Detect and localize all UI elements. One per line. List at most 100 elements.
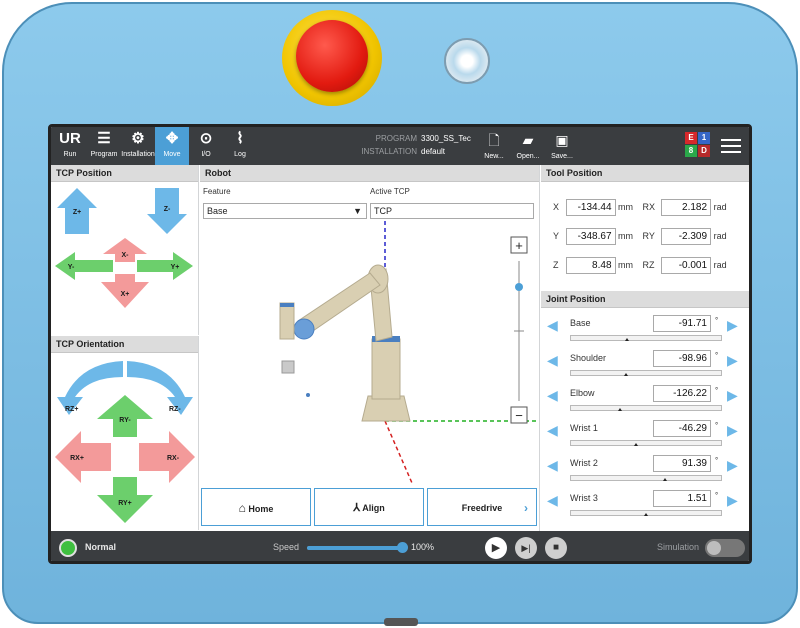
joint-value: -126.22 bbox=[653, 385, 711, 402]
z-minus-arrow[interactable]: Z- bbox=[147, 188, 187, 234]
ry-plus-label: RY+ bbox=[118, 500, 132, 507]
joint-name: Shoulder bbox=[570, 353, 607, 363]
home-label: Home bbox=[248, 504, 274, 514]
tab-installation[interactable]: ⚙ Installation bbox=[121, 127, 155, 165]
arrow-right-icon[interactable]: ▶ bbox=[727, 387, 738, 404]
speed-slider-knob[interactable] bbox=[397, 542, 408, 553]
ebd-8: 8 bbox=[685, 145, 697, 157]
y-minus-label: Y- bbox=[68, 264, 75, 271]
home-button[interactable]: ⌂ Home bbox=[201, 488, 311, 526]
step-icon[interactable]: ▶| bbox=[515, 537, 537, 559]
safety-checksum-badge[interactable]: E 1 8 D bbox=[685, 132, 711, 158]
play-icon[interactable]: ▶ bbox=[485, 537, 507, 559]
save-button[interactable]: ▣ Save... bbox=[547, 127, 577, 165]
new-label: New... bbox=[484, 153, 504, 160]
joint-unit: ° bbox=[715, 351, 719, 360]
joint-track bbox=[570, 370, 722, 376]
joint-unit: ° bbox=[715, 456, 719, 465]
open-label: Open... bbox=[516, 153, 540, 160]
screen: UR Run ☰ Program ⚙ Installation ✥ Move ⊙… bbox=[48, 124, 752, 564]
arrow-left-icon[interactable]: ◀ bbox=[547, 492, 558, 509]
joint-track bbox=[570, 405, 722, 411]
arrow-right-icon[interactable]: ▶ bbox=[727, 352, 738, 369]
rx-minus-label: RX- bbox=[167, 455, 180, 462]
arrow-left-icon[interactable]: ◀ bbox=[547, 422, 558, 439]
z-plus-arrow[interactable]: Z+ bbox=[57, 188, 97, 234]
program-key: PROGRAM bbox=[375, 134, 417, 143]
hamburger-menu-icon[interactable] bbox=[721, 135, 741, 157]
zoom-in-icon: + bbox=[515, 238, 523, 253]
rx-plus-arrow[interactable]: RX+ bbox=[55, 431, 111, 483]
robot-arm bbox=[279, 264, 411, 422]
power-button[interactable] bbox=[444, 38, 490, 84]
tab-move-label: Move bbox=[163, 151, 181, 158]
speed-slider[interactable] bbox=[307, 542, 408, 553]
x-minus-arrow[interactable]: X- bbox=[103, 238, 147, 262]
feature-value: Base bbox=[207, 206, 228, 216]
tool-x-unit: mm bbox=[618, 201, 634, 212]
arrow-left-icon[interactable]: ◀ bbox=[547, 352, 558, 369]
joint-value: -46.29 bbox=[653, 420, 711, 437]
tab-program[interactable]: ☰ Program bbox=[87, 127, 121, 165]
active-tcp-label: Active TCP bbox=[370, 187, 410, 196]
active-tcp-field[interactable]: TCP bbox=[370, 203, 534, 219]
arrow-right-icon[interactable]: ▶ bbox=[727, 492, 738, 509]
x-axis-line bbox=[384, 420, 413, 483]
arrow-right-icon[interactable]: ▶ bbox=[727, 317, 738, 334]
align-button[interactable]: ⅄ Align bbox=[314, 488, 424, 526]
tab-move[interactable]: ✥ Move bbox=[155, 127, 189, 165]
open-button[interactable]: ▰ Open... bbox=[513, 127, 543, 165]
top-bar: UR Run ☰ Program ⚙ Installation ✥ Move ⊙… bbox=[51, 127, 749, 165]
simulation-toggle[interactable] bbox=[705, 539, 745, 557]
feature-select[interactable]: Base ▼ bbox=[203, 203, 367, 219]
joint-track bbox=[570, 440, 722, 446]
y-plus-arrow[interactable]: Y+ bbox=[137, 252, 193, 280]
zoom-out-button[interactable]: − bbox=[510, 406, 528, 424]
speed-slider-fill bbox=[307, 546, 403, 550]
tab-run[interactable]: UR Run bbox=[53, 127, 87, 165]
joint-name: Wrist 1 bbox=[570, 423, 598, 433]
tool-rx-unit: rad bbox=[713, 201, 727, 212]
tab-log[interactable]: ⌇ Log bbox=[223, 127, 257, 165]
tool-y-unit: mm bbox=[618, 230, 634, 241]
robot-panel: Robot Feature Base ▼ Active TCP TCP + − bbox=[200, 165, 540, 531]
zoom-in-button[interactable]: + bbox=[510, 236, 528, 254]
program-name: 3300_SS_Tec bbox=[421, 134, 471, 143]
emergency-stop-button[interactable] bbox=[296, 20, 368, 92]
arrow-left-icon[interactable]: ◀ bbox=[547, 387, 558, 404]
cable-connector bbox=[384, 618, 418, 626]
bottom-bar: Normal Speed 100% ▶ ▶| ■ Simulation bbox=[51, 531, 749, 561]
program-icon: ☰ bbox=[97, 130, 111, 147]
arrow-left-icon[interactable]: ◀ bbox=[547, 317, 558, 334]
y-minus-arrow[interactable]: Y- bbox=[55, 252, 113, 280]
freedrive-button[interactable]: Freedrive › bbox=[427, 488, 537, 526]
joint-name: Wrist 2 bbox=[570, 458, 598, 468]
arrow-right-icon[interactable]: ▶ bbox=[727, 422, 738, 439]
tool-rz-value: -0.001 bbox=[661, 257, 712, 274]
tool-z-axis: Z bbox=[553, 259, 559, 270]
tab-io[interactable]: ⊙ I/O bbox=[189, 127, 223, 165]
tab-io-label: I/O bbox=[201, 151, 211, 158]
arrow-right-icon[interactable]: ▶ bbox=[727, 457, 738, 474]
active-tcp-value: TCP bbox=[374, 206, 392, 216]
robot-3d-view[interactable]: + − bbox=[200, 221, 538, 483]
tool-ry-value: -2.309 bbox=[661, 228, 712, 245]
joint-name: Elbow bbox=[570, 388, 595, 398]
new-file-icon: 🗋 bbox=[488, 132, 500, 148]
joint-marker bbox=[633, 443, 638, 446]
stop-icon[interactable]: ■ bbox=[545, 537, 567, 559]
new-button[interactable]: 🗋 New... bbox=[479, 127, 509, 165]
tcp-orientation-arrows: RZ+ RZ- RY- RX+ RX- RY+ bbox=[55, 361, 195, 523]
ebd-1: 1 bbox=[698, 132, 710, 144]
ry-plus-arrow[interactable]: RY+ bbox=[97, 477, 153, 523]
x-plus-arrow[interactable]: X+ bbox=[101, 274, 149, 308]
joint-row-elbow: ◀ Elbow -126.22 ° ▶ bbox=[545, 385, 749, 417]
tool-x-axis: X bbox=[553, 201, 560, 212]
arrow-left-icon[interactable]: ◀ bbox=[547, 457, 558, 474]
ry-minus-arrow[interactable]: RY- bbox=[97, 395, 153, 437]
rx-minus-arrow[interactable]: RX- bbox=[139, 431, 195, 483]
joint-marker bbox=[625, 338, 630, 341]
status-indicator-icon[interactable] bbox=[59, 539, 77, 557]
tab-log-label: Log bbox=[234, 151, 246, 158]
zoom-slider[interactable] bbox=[514, 261, 524, 401]
